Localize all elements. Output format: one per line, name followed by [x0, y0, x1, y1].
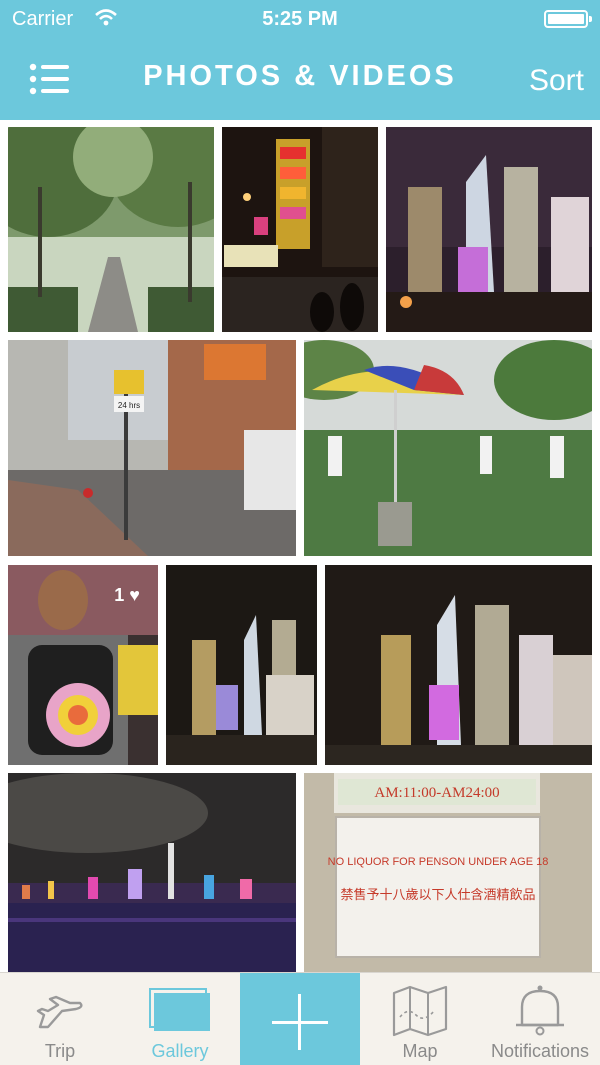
photo-liquor-sign[interactable]: AM:11:00-AM24:00 NO LIQUOR FOR PENSON UN… — [304, 773, 592, 972]
gallery-icon — [149, 988, 210, 1031]
likes-badge: 1 ♥ — [114, 585, 140, 605]
map-icon — [392, 985, 448, 1037]
svg-text:禁售予十八歲以下人仕含酒精飲品: 禁售予十八歲以下人仕含酒精飲品 — [340, 887, 535, 903]
tab-trip-label: Trip — [44, 1041, 76, 1061]
header: Carrier 5:25 PM PHOTOS & VIDEOS Sort — [0, 0, 600, 120]
photo-traveler-backpack[interactable]: 1 ♥ — [8, 565, 158, 765]
svg-text:24 hrs: 24 hrs — [118, 401, 140, 410]
photo-harbor-night-skyline[interactable] — [8, 773, 296, 972]
page-title: PHOTOS & VIDEOS — [143, 60, 457, 92]
plus-icon — [272, 994, 328, 1050]
tab-notifications-label: Notifications — [490, 1041, 590, 1061]
photo-neon-street-night[interactable] — [222, 127, 378, 332]
battery-icon — [544, 10, 592, 28]
photo-skyline-night-dark[interactable] — [166, 565, 317, 765]
airplane-icon — [36, 995, 83, 1029]
bell-icon — [516, 985, 564, 1036]
photo-grid: 24 hrs 1 ♥ AM:11:00-AM24:00 NO LIQUOR FO… — [0, 120, 600, 972]
photo-skyline-night-purple[interactable] — [386, 127, 592, 332]
status-bar: Carrier 5:25 PM — [0, 0, 600, 40]
photo-rainy-street-corner[interactable]: 24 hrs — [8, 340, 296, 556]
tab-bar: Trip Gallery Map Notifications — [0, 972, 600, 1065]
tab-map-label: Map — [402, 1041, 438, 1061]
tab-gallery[interactable]: Gallery — [120, 973, 240, 1065]
photo-skyline-night-wide[interactable] — [325, 565, 592, 765]
svg-text:NO LIQUOR FOR PENSON UNDER AGE: NO LIQUOR FOR PENSON UNDER AGE 18 — [328, 856, 549, 868]
tab-gallery-label: Gallery — [151, 1041, 209, 1061]
tab-map[interactable]: Map — [360, 973, 480, 1065]
clock: 5:25 PM — [262, 8, 338, 30]
svg-text:AM:11:00-AM24:00: AM:11:00-AM24:00 — [374, 785, 499, 801]
photo-lawn-bowls-umbrella[interactable] — [304, 340, 592, 556]
add-button[interactable] — [240, 973, 360, 1065]
tab-trip[interactable]: Trip — [0, 973, 120, 1065]
sort-button[interactable]: Sort — [529, 64, 584, 98]
tab-notifications[interactable]: Notifications — [480, 973, 600, 1065]
photo-tree-lined-path[interactable] — [8, 127, 214, 332]
